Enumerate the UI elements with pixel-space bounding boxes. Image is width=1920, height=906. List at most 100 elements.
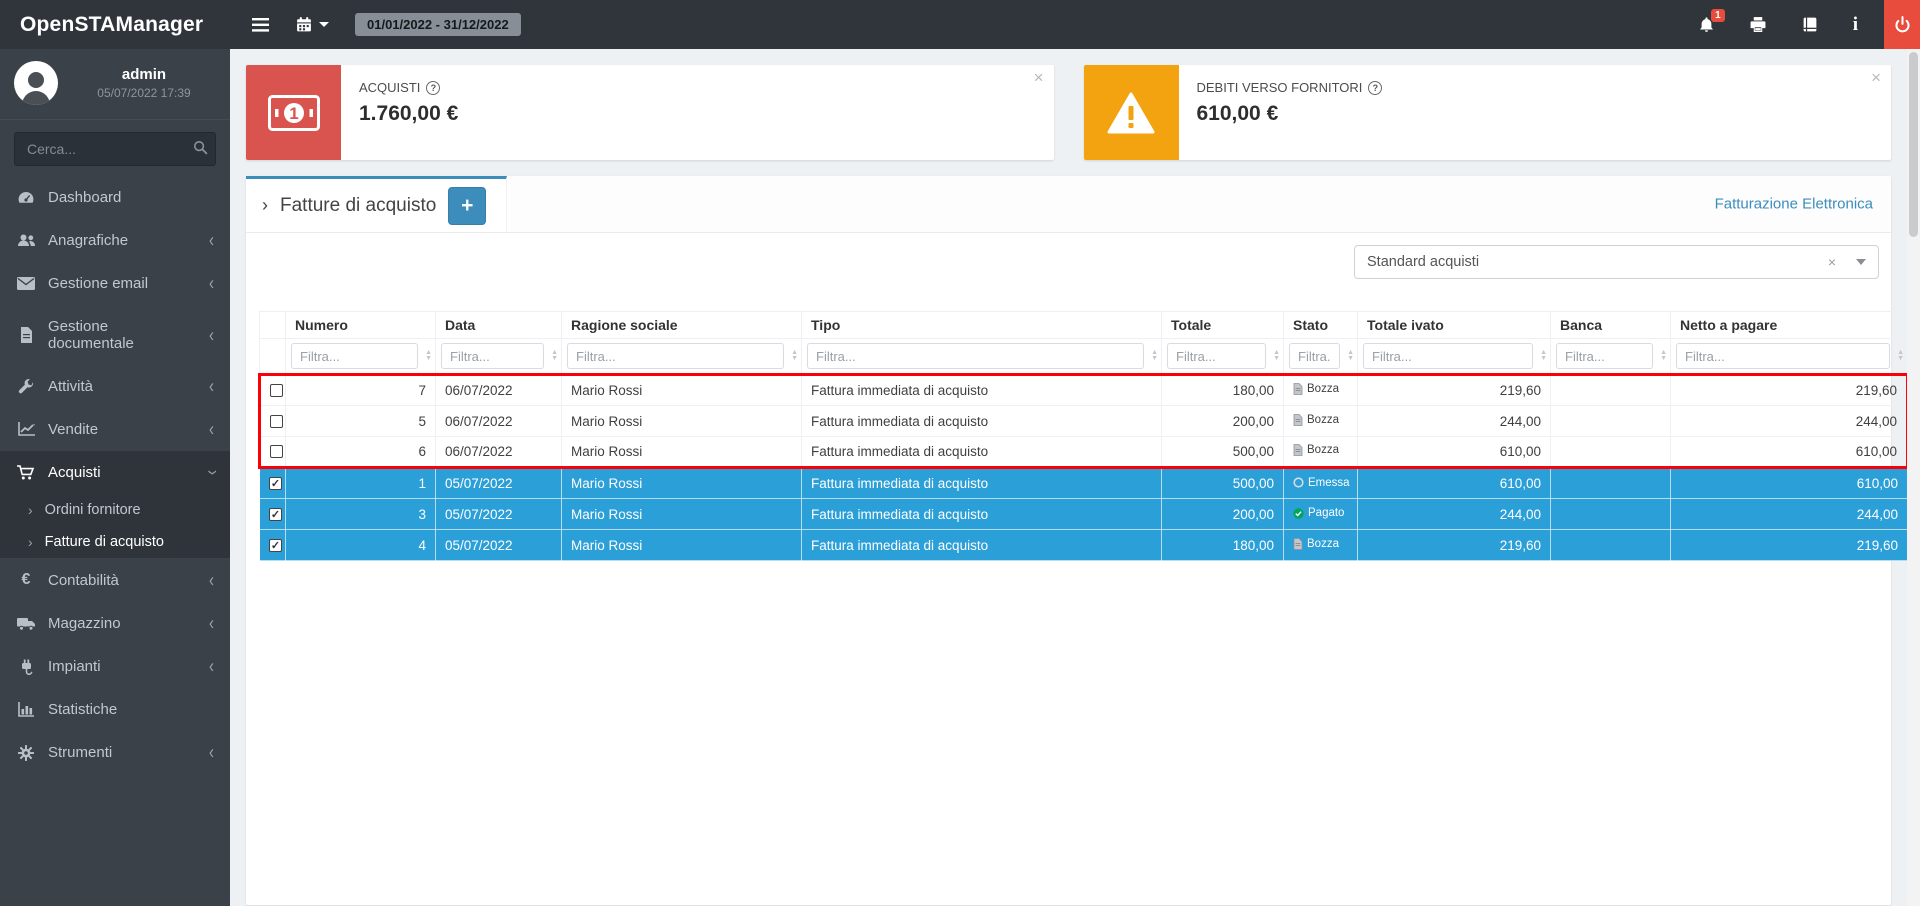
filter-input-totale_ivato[interactable] (1363, 343, 1533, 369)
column-header-stato[interactable]: Stato (1284, 312, 1358, 339)
date-range-badge[interactable]: 01/01/2022 - 31/12/2022 (355, 13, 521, 36)
cell-stato[interactable]: Pagato (1284, 499, 1358, 530)
cell-ragione_sociale[interactable]: Mario Rossi (562, 406, 802, 437)
cell-totale_ivato[interactable]: 610,00 (1358, 468, 1551, 499)
cell-banca[interactable] (1551, 375, 1671, 406)
table-row[interactable]: ✓405/07/2022Mario RossiFattura immediata… (260, 530, 1908, 561)
help-icon[interactable]: ? (1368, 81, 1382, 95)
sidebar-item-dashboard[interactable]: Dashboard (0, 176, 230, 219)
table-row[interactable]: 706/07/2022Mario RossiFattura immediata … (260, 375, 1908, 406)
cell-totale_ivato[interactable]: 610,00 (1358, 437, 1551, 468)
cell-ragione_sociale[interactable]: Mario Rossi (562, 375, 802, 406)
cell-data[interactable]: 06/07/2022 (436, 406, 562, 437)
print-button[interactable] (1749, 16, 1767, 33)
cell-netto_a_pagare[interactable]: 219,60 (1671, 375, 1908, 406)
clear-selection-icon[interactable]: × (1822, 254, 1842, 270)
sidebar-toggle-button[interactable] (252, 18, 269, 32)
filter-input-numero[interactable] (291, 343, 418, 369)
filter-input-tipo[interactable] (807, 343, 1144, 369)
sort-arrows-icon[interactable]: ▲▼ (791, 350, 798, 362)
row-checkbox[interactable] (270, 415, 283, 428)
cell-data[interactable]: 05/07/2022 (436, 530, 562, 561)
cell-data[interactable]: 05/07/2022 (436, 499, 562, 530)
column-header-data[interactable]: Data (436, 312, 562, 339)
sidebar-item-acquisti[interactable]: Acquisti ‹ (0, 451, 230, 494)
cell-numero[interactable]: 3 (286, 499, 436, 530)
cell-totale[interactable]: 200,00 (1162, 406, 1284, 437)
cell-tipo[interactable]: Fattura immediata di acquisto (802, 375, 1162, 406)
cell-data[interactable]: 06/07/2022 (436, 437, 562, 468)
cell-tipo[interactable]: Fattura immediata di acquisto (802, 530, 1162, 561)
cell-banca[interactable] (1551, 437, 1671, 468)
search-input[interactable] (14, 132, 216, 166)
cell-totale_ivato[interactable]: 244,00 (1358, 499, 1551, 530)
cell-stato[interactable]: Emessa (1284, 468, 1358, 499)
filter-input-data[interactable] (441, 343, 544, 369)
table-row[interactable]: 506/07/2022Mario RossiFattura immediata … (260, 406, 1908, 437)
column-header-totale[interactable]: Totale (1162, 312, 1284, 339)
cell-netto_a_pagare[interactable]: 610,00 (1671, 468, 1908, 499)
cell-numero[interactable]: 7 (286, 375, 436, 406)
cell-stato[interactable]: Bozza (1284, 530, 1358, 561)
cell-totale[interactable]: 500,00 (1162, 468, 1284, 499)
scrollbar-thumb[interactable] (1909, 52, 1918, 237)
cell-banca[interactable] (1551, 499, 1671, 530)
avatar[interactable] (14, 61, 58, 105)
cell-totale[interactable]: 180,00 (1162, 530, 1284, 561)
fatturazione-elettronica-link[interactable]: Fatturazione Elettronica (1715, 196, 1873, 213)
cell-tipo[interactable]: Fattura immediata di acquisto (802, 468, 1162, 499)
table-row[interactable]: ✓305/07/2022Mario RossiFattura immediata… (260, 499, 1908, 530)
table-row[interactable]: 606/07/2022Mario RossiFattura immediata … (260, 437, 1908, 468)
sort-arrows-icon[interactable]: ▲▼ (1540, 350, 1547, 362)
docs-button[interactable] (1801, 16, 1819, 33)
sidebar-item-magazzino[interactable]: Magazzino ‹ (0, 602, 230, 645)
add-record-button[interactable]: + (448, 187, 486, 225)
sort-arrows-icon[interactable]: ▲▼ (1273, 350, 1280, 362)
cell-stato[interactable]: Bozza (1284, 406, 1358, 437)
cell-numero[interactable]: 5 (286, 406, 436, 437)
cell-stato[interactable]: Bozza (1284, 437, 1358, 468)
column-header-netto_a_pagare[interactable]: Netto a pagare (1671, 312, 1908, 339)
cell-totale[interactable]: 200,00 (1162, 499, 1284, 530)
cell-ragione_sociale[interactable]: Mario Rossi (562, 437, 802, 468)
cell-netto_a_pagare[interactable]: 219,60 (1671, 530, 1908, 561)
sort-arrows-icon[interactable]: ▲▼ (1897, 350, 1904, 362)
filter-input-netto_a_pagare[interactable] (1676, 343, 1890, 369)
sort-arrows-icon[interactable]: ▲▼ (551, 350, 558, 362)
close-icon[interactable]: × (1034, 69, 1044, 86)
filter-input-banca[interactable] (1556, 343, 1653, 369)
sidebar-item-gestione-email[interactable]: Gestione email ‹ (0, 262, 230, 305)
cell-banca[interactable] (1551, 406, 1671, 437)
sidebar-item-statistiche[interactable]: Statistiche (0, 688, 230, 731)
help-icon[interactable]: ? (426, 81, 440, 95)
plugin-select[interactable]: Standard acquisti × (1354, 245, 1879, 279)
row-checkbox[interactable]: ✓ (269, 477, 282, 490)
sidebar-item-fatture-di-acquisto[interactable]: › Fatture di acquisto (0, 526, 230, 558)
sidebar-item-attivita[interactable]: Attività ‹ (0, 365, 230, 408)
cell-data[interactable]: 05/07/2022 (436, 468, 562, 499)
filter-input-ragione_sociale[interactable] (567, 343, 784, 369)
sidebar-item-contabilita[interactable]: € Contabilità ‹ (0, 558, 230, 602)
cell-numero[interactable]: 1 (286, 468, 436, 499)
sidebar-item-impianti[interactable]: Impianti ‹ (0, 645, 230, 688)
cell-totale_ivato[interactable]: 219,60 (1358, 530, 1551, 561)
column-header-numero[interactable]: Numero (286, 312, 436, 339)
search-submit-button[interactable] (193, 140, 208, 160)
column-header-tipo[interactable]: Tipo (802, 312, 1162, 339)
vertical-scrollbar[interactable] (1907, 49, 1920, 906)
cell-tipo[interactable]: Fattura immediata di acquisto (802, 437, 1162, 468)
sort-arrows-icon[interactable]: ▲▼ (1660, 350, 1667, 362)
tab-fatture-di-acquisto[interactable]: › Fatture di acquisto + (246, 176, 507, 232)
row-checkbox[interactable]: ✓ (269, 508, 282, 521)
cell-totale[interactable]: 180,00 (1162, 375, 1284, 406)
cell-stato[interactable]: Bozza (1284, 375, 1358, 406)
table-row[interactable]: ✓105/07/2022Mario RossiFattura immediata… (260, 468, 1908, 499)
cell-totale[interactable]: 500,00 (1162, 437, 1284, 468)
cell-numero[interactable]: 6 (286, 437, 436, 468)
cell-data[interactable]: 06/07/2022 (436, 375, 562, 406)
cell-tipo[interactable]: Fattura immediata di acquisto (802, 499, 1162, 530)
sort-arrows-icon[interactable]: ▲▼ (425, 350, 432, 362)
sort-arrows-icon[interactable]: ▲▼ (1151, 350, 1158, 362)
sidebar-item-ordini-fornitore[interactable]: › Ordini fornitore (0, 494, 230, 526)
filter-input-totale[interactable] (1167, 343, 1266, 369)
